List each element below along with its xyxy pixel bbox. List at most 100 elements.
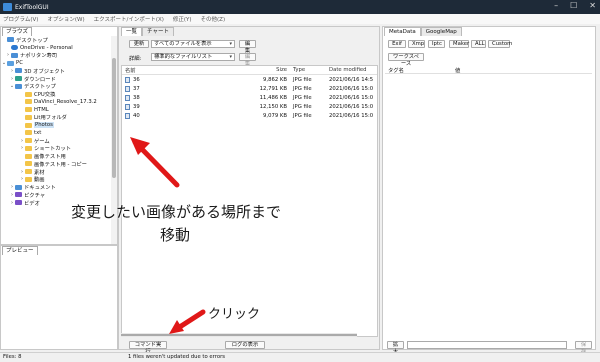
menu-program[interactable]: プログラム(V) bbox=[3, 15, 38, 23]
tree-item[interactable]: HTML bbox=[1, 106, 112, 114]
file-name: 36 bbox=[122, 76, 236, 83]
file-size: 11,486 KB bbox=[259, 94, 287, 101]
tree-item[interactable]: OneDrive - Personal bbox=[1, 44, 112, 52]
col-date[interactable]: Date modified bbox=[329, 67, 377, 73]
file-name-text: 36 bbox=[133, 76, 140, 83]
tree-item-label: ビデオ bbox=[24, 200, 40, 207]
custom-button[interactable]: Custom bbox=[488, 40, 512, 48]
menu-options[interactable]: オプション(W) bbox=[47, 15, 84, 23]
folder-icon bbox=[15, 68, 22, 74]
file-list-header: 名前 Size Type Date modified bbox=[122, 66, 377, 75]
view-select[interactable]: 標準的なファイルリスト ▾ bbox=[151, 53, 235, 61]
tree-item[interactable]: › ピクチャ bbox=[1, 191, 112, 199]
expand-button[interactable]: 拡大 bbox=[387, 341, 404, 355]
tree-item-label: Lit用フォルダ bbox=[34, 115, 67, 122]
workspace-button[interactable]: ワークスペース bbox=[388, 53, 424, 67]
tree-item[interactable]: › 3D オブジェクト bbox=[1, 67, 112, 75]
close-icon[interactable]: ✕ bbox=[589, 1, 596, 10]
tree-item[interactable]: ⌄ デスクトップ bbox=[1, 83, 112, 90]
col-type[interactable]: Type bbox=[290, 67, 329, 73]
tab-browse[interactable]: ブラウズ bbox=[2, 27, 33, 36]
tree-item[interactable]: › 動画 bbox=[1, 176, 112, 183]
file-size: 9,862 KB bbox=[263, 76, 287, 83]
tab-googlemap[interactable]: GoogleMap bbox=[420, 27, 462, 36]
file-name-text: 40 bbox=[133, 112, 140, 119]
file-type: JPG file bbox=[293, 76, 312, 83]
maximize-icon[interactable]: ☐ bbox=[570, 1, 577, 10]
tree-item-label: OneDrive - Personal bbox=[20, 44, 73, 51]
tree-item[interactable]: Lit用フォルダ bbox=[1, 114, 112, 122]
tree-item[interactable]: DaVinci_Resolve_17.3.2 bbox=[1, 98, 112, 106]
file-date: 2021/06/16 14:5 bbox=[329, 76, 374, 83]
file-name: 39 bbox=[122, 103, 236, 110]
tree-item[interactable]: ⌄ PC bbox=[1, 59, 112, 67]
tree-item-label: PC bbox=[16, 60, 23, 67]
edit-view-button[interactable]: 編集 bbox=[239, 53, 256, 67]
value-input[interactable] bbox=[407, 341, 567, 349]
metadata-tabs: MetaData GoogleMap bbox=[384, 27, 462, 36]
file-row[interactable]: 38 11,486 KB JPG file 2021/06/16 15:0 bbox=[122, 93, 377, 102]
chevron-down-icon: ▾ bbox=[229, 54, 232, 60]
minimize-icon[interactable]: – bbox=[554, 1, 558, 10]
save-button[interactable]: 保存 bbox=[575, 341, 592, 355]
folder-icon bbox=[25, 114, 32, 120]
file-type: JPG file bbox=[293, 112, 312, 119]
xmp-button[interactable]: Xmp bbox=[408, 40, 425, 48]
maker-button[interactable]: Maker bbox=[449, 40, 469, 48]
tree-item[interactable]: デスクトップ bbox=[1, 36, 112, 44]
iptc-button[interactable]: Iptc bbox=[428, 40, 445, 48]
tree-item[interactable]: › ショートカット bbox=[1, 145, 112, 152]
tab-metadata[interactable]: MetaData bbox=[384, 27, 421, 36]
file-name-text: 37 bbox=[133, 85, 140, 92]
view-select-value: 標準的なファイルリスト bbox=[154, 54, 213, 60]
edit-filter-button[interactable]: 編集 bbox=[239, 40, 256, 54]
tree-item[interactable]: › 素材 bbox=[1, 168, 112, 176]
file-row[interactable]: 36 9,862 KB JPG file 2021/06/16 14:5 bbox=[122, 75, 377, 84]
tab-preview[interactable]: プレビュー bbox=[2, 246, 38, 255]
menu-modify[interactable]: 修正(Y) bbox=[173, 15, 192, 23]
run-command-button[interactable]: コマンド実行 bbox=[129, 341, 167, 355]
refresh-button[interactable]: 更新 bbox=[129, 40, 149, 48]
menu-export-import[interactable]: エクスポート/インポート(X) bbox=[94, 15, 164, 23]
file-name: 40 bbox=[122, 112, 236, 119]
tree-item[interactable]: › ゲーム bbox=[1, 137, 112, 145]
details-label: 詳細: bbox=[129, 56, 142, 62]
col-size[interactable]: Size bbox=[236, 67, 290, 73]
metadata-panel: MetaData GoogleMap Exif Xmp Iptc Maker A… bbox=[382, 26, 596, 355]
tab-list[interactable]: 一覧 bbox=[121, 27, 143, 36]
file-type: JPG file bbox=[293, 103, 312, 110]
instruction-subtext: 移動 bbox=[160, 226, 191, 244]
file-count: Files: 8 bbox=[3, 354, 22, 360]
col-value[interactable]: 値 bbox=[455, 66, 460, 74]
exif-button[interactable]: Exif bbox=[388, 40, 406, 48]
file-row[interactable]: 39 12,150 KB JPG file 2021/06/16 15:0 bbox=[122, 102, 377, 111]
tree-item-label: HTML bbox=[34, 106, 49, 113]
filelist-hscrollbar[interactable] bbox=[121, 333, 357, 337]
folder-icon bbox=[25, 99, 32, 105]
col-tag-name[interactable]: タグ名 bbox=[385, 66, 455, 74]
file-row[interactable]: 40 9,079 KB JPG file 2021/06/16 15:0 bbox=[122, 111, 377, 120]
tree-item[interactable]: Photos bbox=[1, 121, 112, 129]
folder-icon bbox=[25, 153, 32, 159]
scrollbar-thumb[interactable] bbox=[112, 58, 116, 178]
tree-item[interactable]: CPU交換 bbox=[1, 90, 112, 98]
show-log-button[interactable]: ログの表示 bbox=[225, 341, 265, 349]
tree-item[interactable]: 画像テスト用 - コピー bbox=[1, 160, 112, 168]
col-name[interactable]: 名前 bbox=[122, 66, 236, 74]
scrollbar-thumb[interactable] bbox=[121, 334, 357, 336]
menu-other[interactable]: その他(Z) bbox=[201, 15, 226, 23]
tree-item[interactable]: › ダウンロード bbox=[1, 75, 112, 83]
tree-item[interactable]: 画像テスト用 bbox=[1, 152, 112, 160]
file-type: JPG file bbox=[293, 94, 312, 101]
file-row[interactable]: 37 12,791 KB JPG file 2021/06/16 15:0 bbox=[122, 84, 377, 93]
image-file-icon bbox=[125, 76, 130, 83]
all-button[interactable]: ALL bbox=[471, 40, 486, 48]
folder-icon bbox=[25, 169, 32, 175]
filter-select[interactable]: すべてのファイルを表示 ▾ bbox=[151, 40, 235, 48]
tree-item[interactable]: › ナポリタン寿司 bbox=[1, 52, 112, 59]
tab-chart[interactable]: チャート bbox=[142, 27, 174, 36]
tree-item[interactable]: › ドキュメント bbox=[1, 183, 112, 191]
folder-icon bbox=[11, 52, 18, 58]
folder-icon bbox=[25, 91, 32, 97]
tree-item[interactable]: txt bbox=[1, 129, 112, 137]
